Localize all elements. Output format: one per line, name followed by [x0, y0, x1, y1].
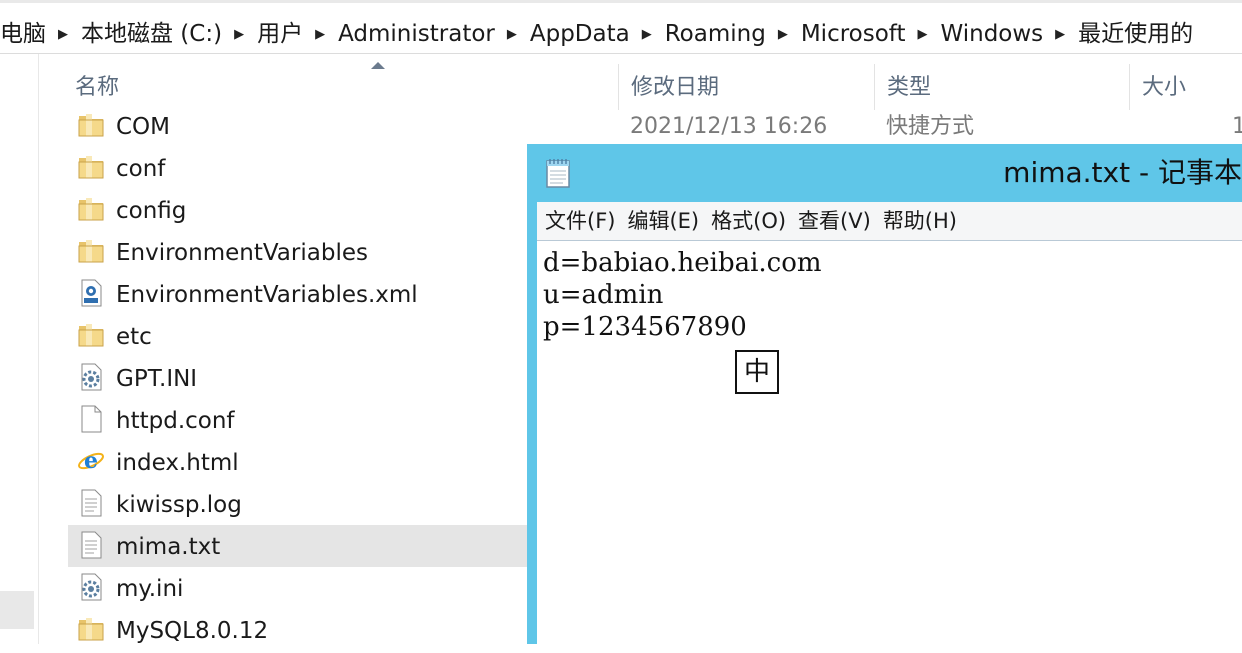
- notepad-menu-item[interactable]: 帮助(H): [883, 202, 957, 240]
- navigation-selected-item[interactable]: [0, 591, 34, 629]
- file-name: mima.txt: [116, 534, 221, 560]
- breadcrumb-item[interactable]: Microsoft: [801, 19, 906, 49]
- file-name: EnvironmentVariables.xml: [116, 282, 418, 308]
- notepad-menu-item[interactable]: 编辑(E): [627, 202, 699, 240]
- notepad-text-line: d=babiao.heibai.com: [543, 248, 822, 278]
- xml-file-icon: [76, 278, 106, 308]
- file-name: index.html: [116, 450, 239, 476]
- breadcrumb-item[interactable]: Windows: [941, 19, 1044, 49]
- breadcrumb-item[interactable]: 电脑: [0, 19, 46, 49]
- breadcrumb-item[interactable]: 用户: [257, 19, 303, 49]
- breadcrumb-chevron-icon[interactable]: ▶: [918, 20, 928, 50]
- sort-ascending-icon: [371, 62, 385, 69]
- address-bar[interactable]: 电脑 ▶ 本地磁盘 (C:) ▶ 用户 ▶ Administrator ▶ AppData ▶ Ro…: [0, 0, 1242, 54]
- breadcrumb-chevron-icon[interactable]: ▶: [1055, 20, 1065, 50]
- column-date-label: 修改日期: [631, 75, 720, 100]
- breadcrumb-chevron-icon[interactable]: ▶: [58, 20, 68, 50]
- svg-text:e: e: [84, 448, 98, 474]
- breadcrumb-item[interactable]: Administrator: [338, 19, 495, 49]
- breadcrumb-chevron-icon[interactable]: ▶: [642, 20, 652, 50]
- file-name: my.ini: [116, 576, 184, 602]
- file-type: 快捷方式: [886, 114, 975, 139]
- breadcrumb-item[interactable]: 本地磁盘 (C:): [81, 19, 222, 49]
- file-date: 2021/12/13 16:26: [630, 114, 828, 139]
- toolbar-edge: [0, 0, 1242, 3]
- notepad-icon: [546, 159, 570, 188]
- text-file-icon: [76, 488, 106, 518]
- breadcrumb-item[interactable]: Roaming: [665, 19, 766, 49]
- config-file-icon: [76, 362, 106, 392]
- file-name: COM: [116, 114, 171, 140]
- notepad-text-line: u=admin: [543, 280, 664, 310]
- folder-icon: [76, 614, 106, 644]
- text-file-icon: [76, 530, 106, 560]
- file-size: 1: [1232, 114, 1242, 139]
- file-row[interactable]: COM 2021/12/13 16:26 快捷方式 1: [68, 105, 1242, 147]
- config-file-icon: [76, 572, 106, 602]
- notepad-content: d=babiao.heibai.com u=admin p=1234567890: [543, 247, 822, 343]
- file-name: MySQL8.0.12: [116, 618, 269, 644]
- column-name-label: 名称: [75, 75, 120, 100]
- file-name: kiwissp.log: [116, 492, 242, 518]
- ime-mode-indicator[interactable]: 中: [735, 350, 779, 394]
- breadcrumb-chevron-icon[interactable]: ▶: [315, 20, 325, 50]
- notepad-text-line: p=1234567890: [543, 312, 747, 342]
- notepad-title: mima.txt - 记事本: [1003, 156, 1242, 189]
- breadcrumb: 电脑 ▶ 本地磁盘 (C:) ▶ 用户 ▶ Administrator ▶ AppData ▶ Ro…: [0, 19, 1193, 50]
- breadcrumb-chevron-icon[interactable]: ▶: [234, 20, 244, 50]
- breadcrumb-chevron-icon[interactable]: ▶: [778, 20, 788, 50]
- breadcrumb-item[interactable]: 最近使用的: [1078, 19, 1193, 49]
- notepad-menu-item[interactable]: 格式(O): [711, 202, 786, 240]
- folder-icon: [76, 194, 106, 224]
- folder-icon: [76, 152, 106, 182]
- folder-icon: [76, 320, 106, 350]
- file-name: etc: [116, 324, 152, 350]
- ie-html-icon: e: [76, 446, 106, 476]
- notepad-text-area[interactable]: d=babiao.heibai.com u=admin p=1234567890 中: [537, 240, 1242, 644]
- file-name: GPT.INI: [116, 366, 198, 392]
- column-type-label: 类型: [887, 75, 932, 100]
- navigation-pane[interactable]: [0, 54, 39, 644]
- notepad-menu-item[interactable]: 文件(F): [545, 202, 615, 240]
- blank-file-icon: [76, 404, 106, 434]
- file-name: config: [116, 198, 187, 224]
- breadcrumb-chevron-icon[interactable]: ▶: [507, 20, 517, 50]
- column-size-label: 大小: [1142, 75, 1187, 100]
- notepad-menubar: 文件(F) 编辑(E) 格式(O) 查看(V) 帮助(H): [537, 202, 1242, 240]
- notepad-menu-item[interactable]: 查看(V): [798, 202, 871, 240]
- file-name: EnvironmentVariables: [116, 240, 368, 266]
- breadcrumb-item[interactable]: AppData: [530, 19, 630, 49]
- notepad-window[interactable]: mima.txt - 记事本 文件(F) 编辑(E) 格式(O) 查看(V) 帮助(H)…: [527, 144, 1242, 644]
- notepad-titlebar[interactable]: mima.txt - 记事本: [527, 144, 1242, 202]
- file-name: conf: [116, 156, 166, 182]
- folder-icon: [76, 236, 106, 266]
- file-name: httpd.conf: [116, 408, 235, 434]
- folder-icon: [76, 110, 106, 140]
